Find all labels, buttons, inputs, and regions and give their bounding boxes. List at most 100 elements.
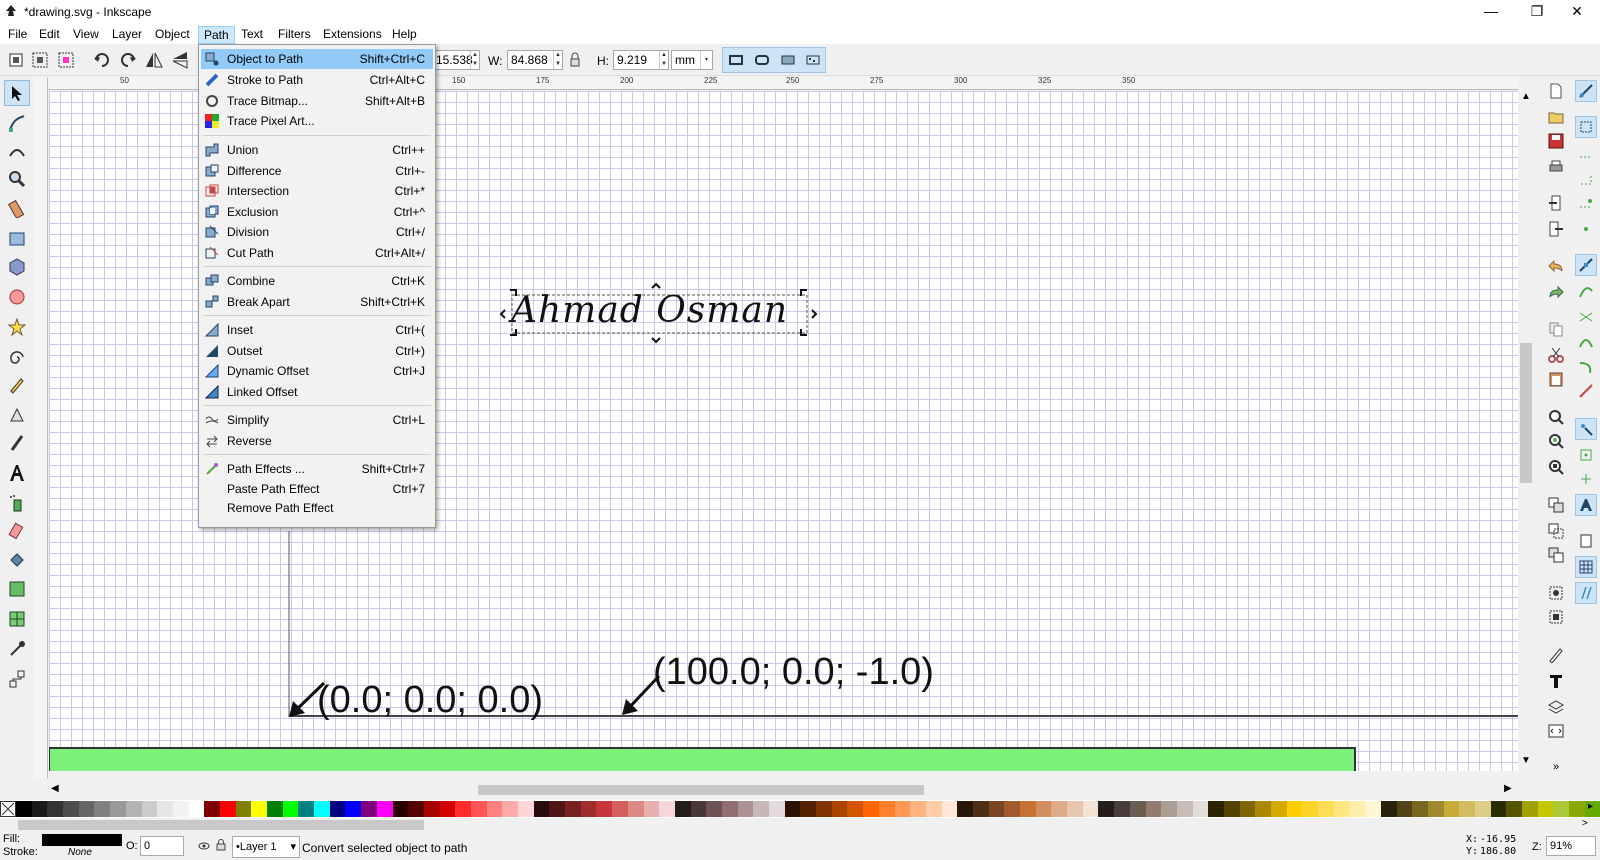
lock-icon[interactable] [568,50,582,70]
color-swatch[interactable] [925,801,942,817]
color-swatch[interactable] [251,801,267,817]
paste-icon[interactable] [1545,368,1567,390]
star-tool[interactable] [4,314,30,340]
text-tool[interactable] [4,460,30,486]
color-swatch[interactable] [314,801,330,817]
move-pattern-icon[interactable] [804,51,822,69]
snap-bbox-edges-icon[interactable] [1575,142,1597,164]
color-swatch[interactable] [376,801,393,817]
spray-tool[interactable] [4,490,30,516]
color-swatch[interactable] [157,801,173,817]
signature-text[interactable]: Ahmad Osman [511,290,788,331]
snap-bbox-corners-icon[interactable] [1575,168,1597,190]
ellipse-tool[interactable] [4,284,30,310]
color-swatch[interactable] [1004,801,1020,817]
color-swatch[interactable] [1318,801,1334,817]
y-field[interactable]: 15.538 ▲ ▼ [432,50,480,70]
color-swatch[interactable] [972,801,989,817]
snap-others-icon[interactable] [1575,418,1597,440]
color-swatch[interactable] [533,801,550,817]
color-swatch[interactable] [94,801,111,817]
menu-object[interactable]: Object [150,26,195,44]
color-swatch[interactable] [470,801,487,817]
save-icon[interactable] [1545,130,1567,152]
color-swatch[interactable] [1114,801,1130,817]
color-swatch[interactable] [1035,801,1052,817]
color-swatch[interactable] [141,801,158,817]
measure-tool[interactable] [4,196,30,222]
zoom-drawing-icon[interactable] [1545,430,1567,452]
opacity-field[interactable]: 0 [140,836,184,856]
dropper-tool[interactable] [4,636,30,662]
end-coordinate-label[interactable]: (100.0; 0.0; -1.0) [653,651,934,694]
pen-tool[interactable] [4,402,30,428]
color-swatch[interactable] [1506,801,1522,817]
color-swatch[interactable] [125,801,142,817]
pencil-tool[interactable] [4,372,30,398]
color-swatch[interactable] [518,801,534,817]
color-swatch[interactable] [596,801,613,817]
color-swatch[interactable] [329,801,346,817]
menu-item-remove-path-effect[interactable]: Remove Path Effect [201,498,433,518]
color-swatch[interactable] [1349,801,1366,817]
palette-scroll-right-icon[interactable]: > [1582,818,1588,829]
menu-text[interactable]: Text [236,26,268,44]
color-swatch[interactable] [1333,801,1350,817]
menu-layer[interactable]: Layer [107,26,147,44]
3d-box-tool[interactable] [4,254,30,280]
select-all-icon[interactable] [6,50,26,70]
rotate-ccw-icon[interactable] [92,50,112,70]
color-swatch[interactable] [1490,801,1507,817]
color-swatch[interactable] [753,801,769,817]
tweak-tool[interactable] [4,138,30,164]
snap-bbox-center-icon[interactable] [1575,218,1597,240]
menu-item-division[interactable]: Division Ctrl+/ [201,222,433,242]
snap-cusp-nodes-icon[interactable] [1575,330,1597,352]
cut-icon[interactable] [1545,344,1567,366]
layer-lock-icon[interactable] [216,839,226,851]
color-swatch[interactable] [1208,801,1224,817]
color-swatch[interactable] [1192,801,1209,817]
color-swatch[interactable] [847,801,864,817]
eraser-tool[interactable] [4,518,30,544]
scroll-right-icon[interactable]: ▶ [1504,783,1512,794]
color-swatch[interactable] [47,801,64,817]
color-swatch[interactable] [1176,801,1193,817]
color-swatch[interactable] [816,801,832,817]
duplicate-icon[interactable] [1545,494,1567,516]
export-icon[interactable] [1545,218,1567,240]
flip-vertical-icon[interactable] [170,50,190,70]
minimize-button[interactable]: — [1468,0,1514,24]
ungroup-icon[interactable] [1545,606,1567,628]
color-swatch[interactable] [878,801,895,817]
menu-edit[interactable]: Edit [34,26,65,44]
calligraphy-tool[interactable] [4,430,30,456]
color-swatch[interactable] [235,801,252,817]
menu-item-path-effects[interactable]: Path Effects ... Shift+Ctrl+7 [201,459,433,479]
menu-item-stroke-to-path[interactable]: Stroke to Path Ctrl+Alt+C [201,70,433,90]
color-swatch[interactable] [910,801,926,817]
unit-select[interactable]: mm ▾ [671,50,713,70]
snap-rotation-center-icon[interactable] [1575,468,1597,490]
new-document-icon[interactable] [1545,80,1567,102]
color-swatch[interactable] [721,801,738,817]
scroll-down-icon[interactable]: ▼ [1521,755,1531,766]
snap-intersections-icon[interactable] [1575,306,1597,328]
palette-scrollbar[interactable]: > [0,818,1600,832]
color-swatch[interactable] [1129,801,1146,817]
color-swatch[interactable] [863,801,879,817]
color-swatch[interactable] [16,801,32,817]
menu-file[interactable]: File [3,26,32,44]
color-swatch[interactable] [502,801,518,817]
color-swatch[interactable] [627,801,644,817]
color-swatch[interactable] [1286,801,1303,817]
snap-text-baseline-icon[interactable] [1575,494,1597,516]
color-swatch[interactable] [831,801,848,817]
color-swatch[interactable] [1067,801,1083,817]
menu-item-intersection[interactable]: Intersection Ctrl+* [201,181,433,201]
zoom-page-icon[interactable] [1545,456,1567,478]
color-swatch[interactable] [1239,801,1256,817]
zoom-tool[interactable] [4,166,30,192]
rotate-cw-icon[interactable] [118,50,138,70]
color-swatch[interactable] [204,801,220,817]
